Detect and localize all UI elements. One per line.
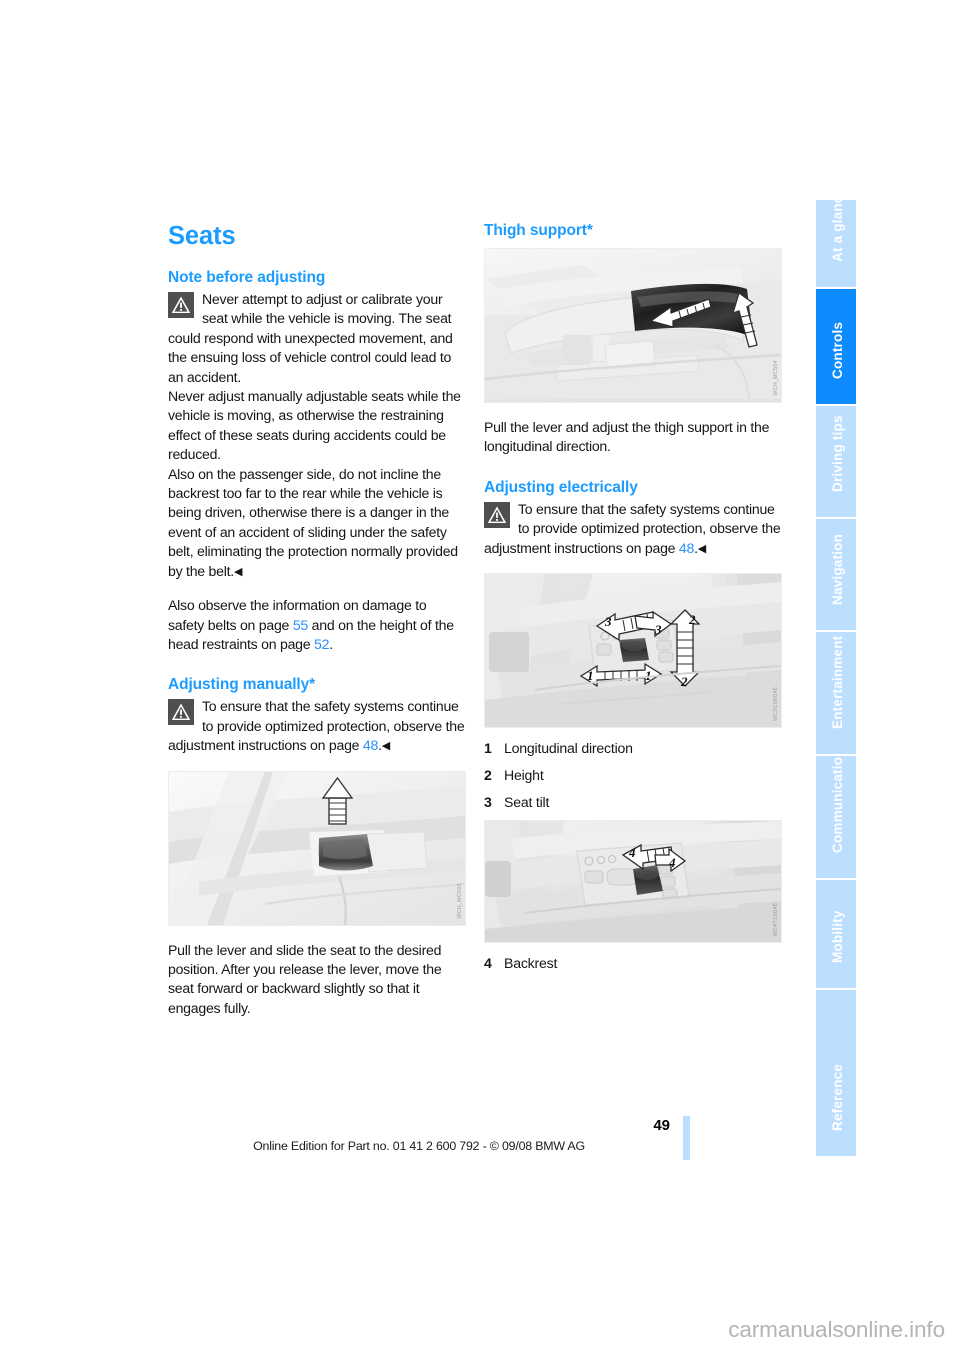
page-link-55[interactable]: 55 [293,617,308,633]
legend-item: 2 Height [484,766,782,785]
page-title: Seats [168,222,236,250]
arrow-label-1a: 1 [587,668,594,683]
section-heading-note-before-adjusting: Note before adjusting [168,269,326,286]
figure-code: WC2C0R045 [773,686,779,722]
legend-number: 3 [484,794,492,811]
warning-triangle-icon [168,699,194,726]
warning-text: Never attempt to adjust or calibrate you… [168,291,453,385]
legend-label: Backrest [504,955,558,972]
arrow-label-3a: 3 [604,614,612,629]
sidebar-tab-label: Controls [829,321,845,379]
sidebar-tab-label: Navigation [829,533,845,605]
legend-label: Longitudinal direction [504,740,633,757]
thigh-support-illustration: WCH_MC504 [484,248,782,403]
section-heading-adjusting-manually: Adjusting manually* [168,676,316,694]
cross-reference-note: Also observe the information on damage t… [168,597,454,652]
warning-paragraph-1: Never attempt to adjust or calibrate you… [168,290,466,387]
page-number: 49 [653,1117,670,1134]
sidebar-tab-label: Communications [829,756,845,853]
sidebar-tab-navigation[interactable]: Navigation [816,519,856,632]
control-legend-1: 1 Longitudinal direction 2 Height 3 Seat… [484,739,782,812]
legend-number: 1 [484,740,492,757]
sidebar-tab-communications[interactable]: Communications [816,756,856,880]
warning-triangle-icon [168,292,194,318]
warning-text-2: Never adjust manually adjustable seats w… [168,388,461,463]
sidebar-tab-reference[interactable]: Reference [816,990,856,1156]
page-link-52[interactable]: 52 [314,636,329,652]
arrow-label-4b: 4 [668,855,676,870]
warning-text-3: Also on the passenger side, do not incli… [168,465,466,582]
legend-item: 3 Seat tilt [484,793,782,812]
sidebar-tab-mobility[interactable]: Mobility [816,880,856,990]
sidebar-tab-at-a-glance[interactable]: At a glance [816,200,856,289]
edition-notice: Online Edition for Part no. 01 41 2 600 … [253,1139,585,1153]
legend-number: 4 [484,955,492,972]
end-of-warning-marker: ◀ [381,740,391,753]
sidebar-tab-driving-tips[interactable]: Driving tips [816,406,856,519]
left-content-column: Seats Note before adjusting Never attemp… [168,222,466,1018]
arrow-label-4a: 4 [628,845,636,860]
legend-number: 2 [484,767,492,784]
end-of-warning-marker: ◀ [233,565,243,578]
warning-triangle-icon [484,501,510,528]
page-link-48[interactable]: 48 [679,540,694,556]
sidebar-tab-label: Reference [829,1063,845,1131]
right-content-column: Thigh support* WCH_MC504 Pull the lever … [484,222,782,981]
manual-seat-lever-illustration: WCH_MC505 [168,770,466,926]
control-legend-2: 4 Backrest [484,954,782,973]
manual-page: At a glance Controls Driving tips Naviga… [0,0,960,1358]
warning-text: To ensure that the safety systems contin… [484,500,781,556]
arrow-label-1b: 1 [645,668,652,683]
legend-label: Seat tilt [504,794,550,811]
legend-label: Height [504,767,544,784]
sidebar-tab-label: Driving tips [829,415,845,492]
arrow-label-3b: 3 [654,622,662,637]
sidebar-tab-label: Entertainment [829,635,845,729]
figure-code: WC4T1S045 [773,902,779,937]
figure-code: WCH_MC504 [773,360,779,396]
sidebar-tab-controls[interactable]: Controls [816,289,856,406]
figure-code: WCH_MC505 [457,882,463,919]
sidebar-tab-entertainment[interactable]: Entertainment [816,632,856,756]
chapter-tab-sidebar: At a glance Controls Driving tips Naviga… [816,200,856,1156]
warning-text-3-body: Also on the passenger side, do not incli… [168,465,458,579]
legend-item: 4 Backrest [484,954,782,973]
footer-page-marker [683,1116,690,1160]
end-of-warning-marker: ◀ [697,542,707,555]
warning-paragraph-electric: To ensure that the safety systems contin… [484,500,781,556]
electric-seat-controls-illustration: 3 3 1 1 2 2 WC2C0R045 [484,573,782,729]
legend-item: 1 Longitudinal direction [484,739,782,758]
sidebar-tab-label: At a glance [829,200,845,262]
site-watermark: carmanualsonline.info [728,1317,945,1342]
warning-paragraph-manual: To ensure that the safety systems contin… [168,698,465,754]
backrest-control-illustration: 4 4 WC4T1S045 [484,820,782,944]
warning-text: To ensure that the safety systems contin… [168,698,465,754]
thigh-support-caption: Pull the lever and adjust the thigh supp… [484,419,770,455]
arrow-label-2a: 2 [688,612,696,627]
section-heading-adjusting-electrically: Adjusting electrically [484,478,638,496]
manual-adjust-caption: Pull the lever and slide the seat to the… [168,941,442,1016]
page-link-48[interactable]: 48 [363,737,378,753]
arrow-label-2b: 2 [680,674,688,689]
sidebar-tab-label: Mobility [829,910,845,963]
section-heading-thigh-support: Thigh support* [484,222,593,239]
